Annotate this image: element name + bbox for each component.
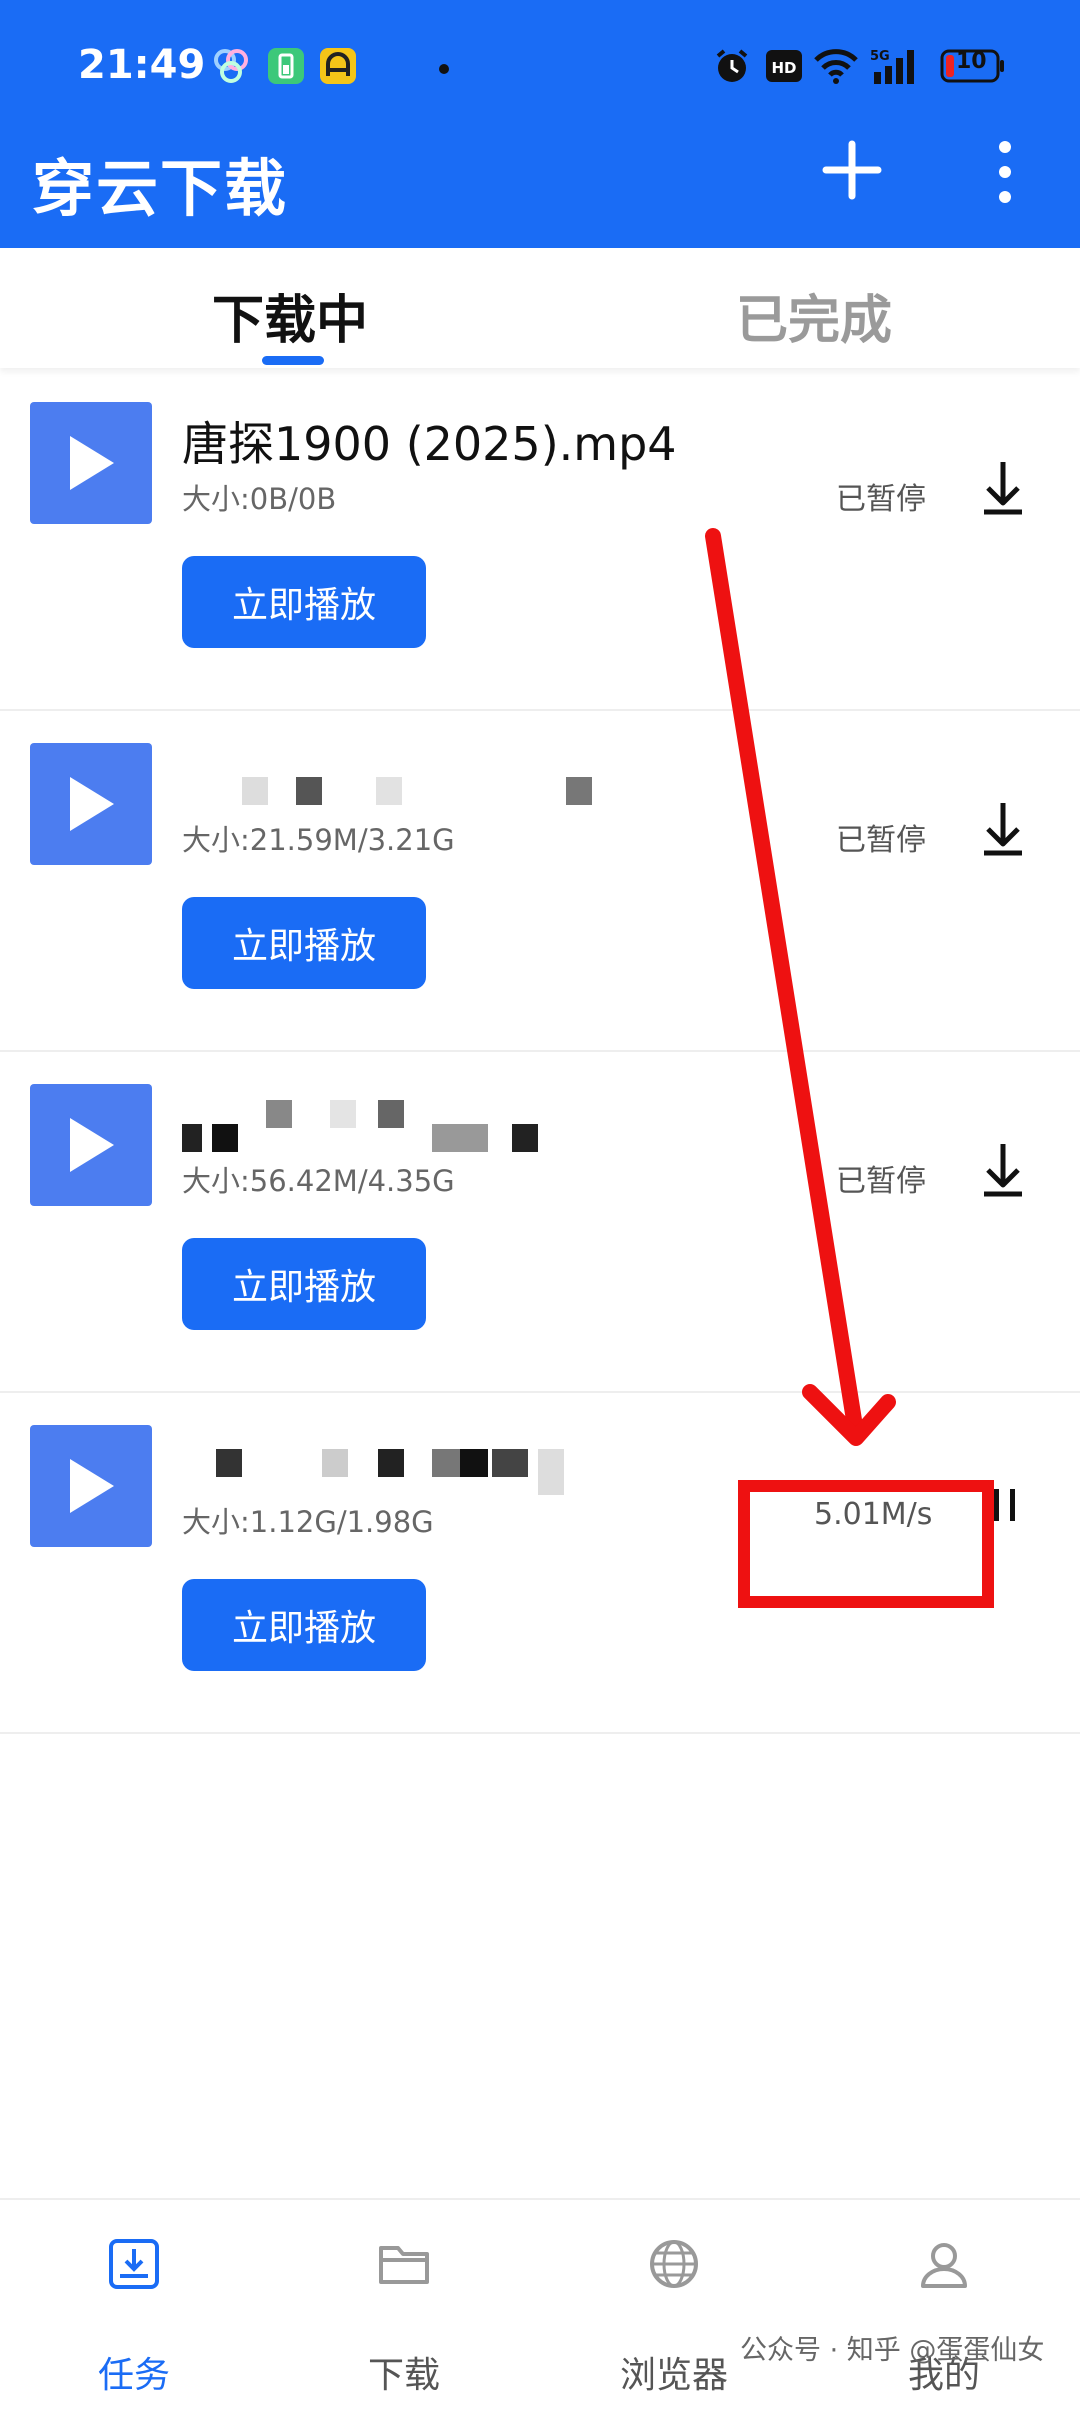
alarm-icon: [712, 46, 752, 90]
download-item[interactable]: 大小:21.59M/3.21G 已暂停 立即播放: [0, 711, 1080, 1052]
download-icon: [984, 803, 1022, 856]
folder-icon: [379, 2246, 429, 2284]
video-thumbnail[interactable]: [30, 402, 152, 524]
hd-icon: HD: [764, 46, 804, 90]
download-status: 已暂停: [836, 1164, 926, 1199]
redacted-block: [266, 1100, 292, 1128]
wifi-icon: [812, 46, 860, 90]
plus-icon: [822, 140, 882, 200]
svg-text:5G: 5G: [870, 49, 890, 64]
download-size: 大小:1.12G/1.98G: [182, 1505, 434, 1539]
redacted-block: [212, 1124, 238, 1152]
redacted-block: [330, 1100, 356, 1128]
nav-downloads[interactable]: 下载: [304, 2236, 504, 2396]
redacted-block: [376, 777, 402, 805]
redacted-block: [182, 1124, 202, 1152]
video-thumbnail[interactable]: [30, 1425, 152, 1547]
download-title: 唐探1900 (2025).mp4: [182, 417, 677, 471]
app-icon: [210, 46, 252, 92]
dot-icon: [438, 60, 450, 79]
redacted-block: [460, 1449, 488, 1477]
redacted-block: [512, 1124, 538, 1152]
video-thumbnail[interactable]: [30, 743, 152, 865]
redacted-block: [378, 1449, 404, 1477]
status-time: 21:49: [78, 42, 206, 88]
download-icon: [984, 462, 1022, 515]
download-icon: [984, 1144, 1022, 1197]
svg-text:HD: HD: [771, 59, 796, 77]
play-icon: [70, 1118, 114, 1172]
download-speed: 5.01M/s: [814, 1497, 933, 1532]
top-app-bar: 21:49 HD 5G 10 穿云下载: [0, 0, 1080, 248]
battery-app-icon: [266, 46, 306, 90]
battery-icon: 10: [940, 48, 1006, 88]
redacted-block: [432, 1449, 462, 1477]
redacted-block: [432, 1124, 488, 1152]
signal-5g-icon: 5G: [868, 46, 924, 90]
bottom-navigation: 任务 下载 浏览器 我的: [0, 2198, 1080, 2414]
watermark-text: 公众号 · 知乎 @蛋蛋仙女: [740, 2335, 1045, 2366]
resume-download-button[interactable]: [980, 1140, 1026, 1200]
globe-icon: [650, 2240, 698, 2288]
redacted-block: [242, 777, 268, 805]
tab-bar: 下载中 已完成: [0, 248, 1080, 368]
nav-tasks[interactable]: 任务: [34, 2236, 234, 2396]
more-vertical-icon: [999, 141, 1011, 203]
redacted-block: [378, 1100, 404, 1128]
redacted-block: [566, 777, 592, 805]
video-thumbnail[interactable]: [30, 1084, 152, 1206]
app-title: 穿云下载: [32, 152, 289, 225]
play-now-button[interactable]: 立即播放: [182, 897, 426, 989]
play-now-button[interactable]: 立即播放: [182, 556, 426, 648]
task-download-icon: [109, 2239, 159, 2289]
status-bar: 21:49 HD 5G 10: [0, 30, 1080, 100]
redacted-block: [322, 1449, 348, 1477]
download-status: 已暂停: [836, 482, 926, 517]
tab-downloading[interactable]: 下载中: [212, 278, 368, 353]
download-item[interactable]: 唐探1900 (2025).mp4 大小:0B/0B 已暂停 立即播放: [0, 370, 1080, 711]
assistant-app-icon: [318, 46, 358, 90]
redacted-block: [296, 777, 322, 805]
play-now-button[interactable]: 立即播放: [182, 1579, 426, 1671]
download-size: 大小:21.59M/3.21G: [182, 823, 455, 857]
nav-label: 下载: [367, 2355, 440, 2396]
redacted-block: [216, 1449, 242, 1477]
resume-download-button[interactable]: [980, 458, 1026, 518]
download-status: 已暂停: [836, 823, 926, 858]
download-item[interactable]: 大小:1.12G/1.98G 5.01M/s 立即播放: [0, 1393, 1080, 1734]
add-download-button[interactable]: [822, 140, 882, 200]
download-item[interactable]: 大小:56.42M/4.35G 已暂停 立即播放: [0, 1052, 1080, 1393]
nav-label: 任务: [97, 2355, 170, 2396]
battery-level: 10: [956, 49, 987, 74]
play-icon: [70, 436, 114, 490]
more-options-button[interactable]: [990, 140, 1020, 204]
resume-download-button[interactable]: [980, 799, 1026, 859]
play-now-button[interactable]: 立即播放: [182, 1238, 426, 1330]
pause-download-button[interactable]: [990, 1485, 1036, 1545]
download-size: 大小:0B/0B: [182, 482, 337, 516]
tab-completed[interactable]: 已完成: [736, 278, 892, 353]
user-icon: [921, 2243, 967, 2288]
pause-icon: [994, 1489, 1015, 1521]
play-icon: [70, 1459, 114, 1513]
tab-indicator: [262, 356, 324, 365]
redacted-block: [538, 1449, 564, 1495]
redacted-block: [492, 1449, 528, 1477]
download-size: 大小:56.42M/4.35G: [182, 1164, 455, 1198]
play-icon: [70, 777, 114, 831]
